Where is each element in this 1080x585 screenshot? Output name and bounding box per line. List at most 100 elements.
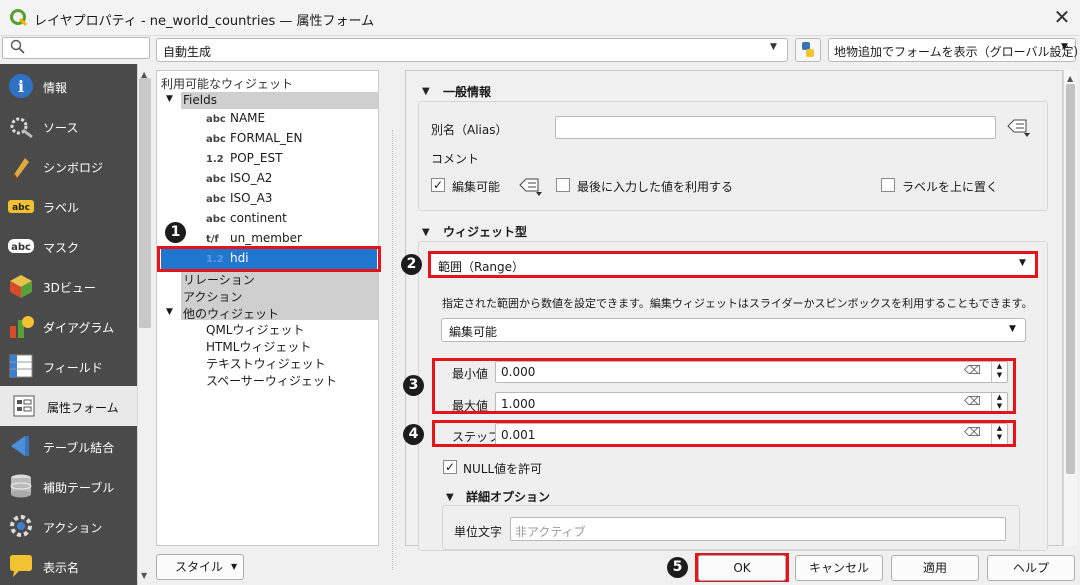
boolean-type-icon: t/f [206,234,219,245]
apply-button[interactable]: 適用 [891,555,979,581]
tree-item-text[interactable]: テキストウィジェット [206,355,326,372]
sidebar-item-symbology[interactable]: シンボロジ [0,146,137,186]
expression-icon[interactable] [1006,116,1032,138]
tree-item-spacer[interactable]: スペーサーウィジェット [206,372,337,389]
symbology-icon [11,158,29,178]
3d-view-icon [10,275,32,298]
sidebar-scrollbar[interactable]: ▲ ▼ [137,64,152,585]
sidebar-item-label: ラベル [43,201,80,215]
sidebar-item-label: 情報 [43,81,68,95]
field-item[interactable]: ISO_A2 [230,171,272,185]
field-item[interactable]: NAME [230,111,265,125]
comment-label: コメント [431,152,480,166]
text-type-icon: abc [206,214,226,225]
scrollbar-thumb[interactable] [139,78,151,328]
field-item[interactable]: ISO_A3 [230,191,272,205]
cancel-button[interactable]: キャンセル [795,555,883,581]
chevron-down-icon: ▼ [770,42,777,52]
label-icon: abc [8,200,34,213]
sidebar-item-masks[interactable]: abc マスク [0,226,137,266]
annotation-badge-1: 1 [165,222,186,243]
search-icon [10,39,25,54]
mask-icon: abc [8,239,34,253]
sidebar-item-source[interactable]: ソース [0,106,137,146]
scrollbar-thumb[interactable] [1066,84,1075,474]
tree-group-other[interactable]: 他のウィジェット [183,305,279,322]
sidebar-item-joins[interactable]: テーブル結合 [0,426,137,466]
highlight-field-hdi [157,246,381,272]
sidebar-item-labels[interactable]: abc ラベル [0,186,137,226]
sidebar-item-information[interactable]: i 情報 [0,66,137,106]
tree-item-html[interactable]: HTMLウィジェット [206,338,311,355]
chevron-up-icon: ▲ [1067,74,1074,83]
config-scrollbar[interactable]: ▲ [1063,70,1077,546]
svg-text:abc: abc [11,242,31,253]
widget-config-panel: ▼ 一般情報 別名（Alias） コメント ✓ 編集可能 最後に入力した値を利用… [405,70,1063,551]
text-type-icon: abc [206,134,226,145]
splitter-handle[interactable] [392,130,394,570]
editable-mode-select[interactable] [441,318,1026,342]
chevron-down-icon: ▼ [141,571,148,580]
sidebar-item-attribute-form[interactable]: 属性フォーム [0,386,137,426]
attribute-form-icon [13,395,35,417]
sidebar-item-auxiliary-storage[interactable]: 補助テーブル [0,466,137,506]
sidebar-item-display[interactable]: 表示名 [0,546,137,585]
sidebar-item-label: シンボロジ [43,161,104,175]
chevron-down-icon[interactable]: ▼ [166,307,173,317]
annotation-badge-5: 5 [667,557,688,578]
sidebar-item-diagrams[interactable]: ダイアグラム [0,306,137,346]
python-init-button[interactable] [795,38,821,62]
layout-select[interactable] [156,38,788,62]
auxiliary-table-icon [10,474,32,498]
section-widget-type: ウィジェット型 [443,225,528,239]
join-icon [11,436,29,456]
text-type-icon: abc [206,174,226,185]
style-button[interactable]: スタイル ▼ [156,554,244,580]
help-button[interactable]: ヘルプ [987,555,1075,581]
tree-item-actions[interactable]: アクション [183,288,242,305]
field-item[interactable]: FORMAL_EN [230,131,303,145]
diagram-icon [10,316,34,338]
ok-button[interactable]: OK [698,555,786,581]
allow-null-checkbox[interactable]: ✓ [443,460,457,474]
sidebar-item-label: フィールド [43,361,103,375]
alias-input[interactable] [555,116,996,139]
tree-item-qml[interactable]: QMLウィジェット [206,321,305,338]
sidebar-item-label: 3Dビュー [43,281,96,295]
close-icon[interactable]: ✕ [1050,6,1074,30]
field-item[interactable]: continent [230,211,287,225]
info-icon: i [9,74,33,98]
sidebar-item-label: マスク [43,241,80,255]
text-type-icon: abc [206,114,226,125]
field-item[interactable]: un_member [230,231,302,245]
reuse-last-value-checkbox[interactable] [556,178,570,192]
section-general: 一般情報 [443,85,492,99]
field-item[interactable]: POP_EST [230,151,282,165]
section-advanced: 詳細オプション [466,490,551,504]
sidebar-item-label: ダイアグラム [43,321,115,335]
chevron-down-icon[interactable]: ▼ [166,94,173,104]
annotation-badge-2: 2 [401,254,422,275]
sidebar-item-fields[interactable]: フィールド [0,346,137,386]
sidebar-item-3d-view[interactable]: 3Dビュー [0,266,137,306]
alias-label: 別名（Alias） [431,123,508,137]
sidebar-item-actions[interactable]: アクション [0,506,137,546]
fields-icon [9,354,33,378]
chevron-down-icon[interactable]: ▼ [446,492,454,503]
sidebar: i 情報 ソース シンボロジ abc ラベル abc マスク 3Dビュー ダイア… [0,64,137,585]
chevron-down-icon[interactable]: ▼ [422,227,430,238]
svg-text:i: i [18,77,24,96]
editable-checkbox[interactable]: ✓ [431,178,445,192]
label-on-top-checkbox[interactable] [881,178,895,192]
available-widgets-tree[interactable]: 利用可能なウィジェット ▼ Fields abc NAME abc FORMAL… [156,70,379,546]
highlight-min-max [432,358,1016,414]
sidebar-item-label: アクション [43,521,103,535]
chevron-down-icon[interactable]: ▼ [422,86,430,97]
suffix-placeholder: 非アクティブ [515,525,586,539]
chevron-down-icon: ▼ [1061,42,1068,52]
qgis-logo-icon [10,9,28,27]
tree-group-fields[interactable]: Fields [183,93,217,107]
tree-item-relations[interactable]: リレーション [183,271,255,288]
expression-icon[interactable] [518,175,544,197]
actions-icon [10,515,32,537]
